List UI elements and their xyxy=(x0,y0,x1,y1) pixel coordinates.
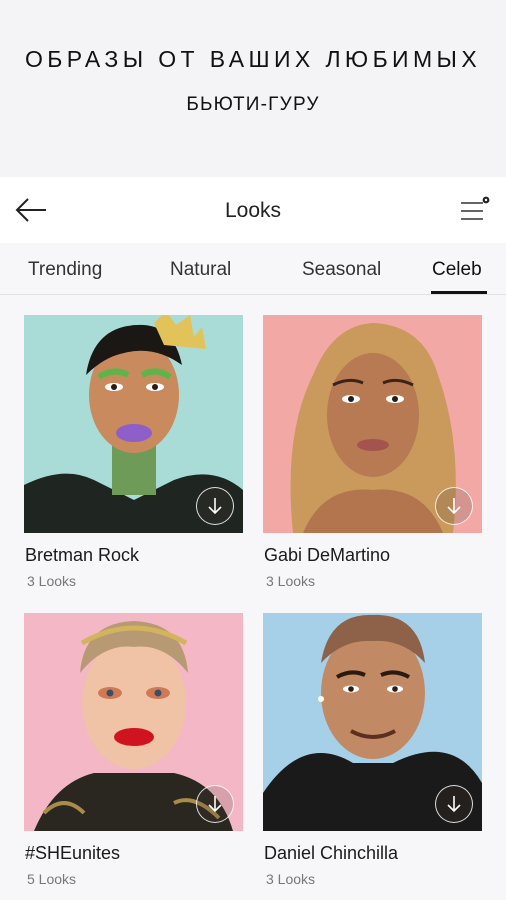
card-name: Bretman Rock xyxy=(25,545,140,565)
card-look-count: 3 Looks xyxy=(27,573,77,589)
app-screen: Looks Trending Natural Seasonal Celeb Br… xyxy=(0,177,506,900)
celebrity-photo xyxy=(263,315,482,533)
page-title: Looks xyxy=(224,199,282,222)
card-name: Gabi DeMartino xyxy=(264,545,391,565)
download-icon xyxy=(447,796,461,813)
filter-menu-icon xyxy=(461,196,490,220)
download-button[interactable] xyxy=(435,785,473,823)
active-tab-indicator xyxy=(431,291,487,294)
card-look-count: 3 Looks xyxy=(266,573,316,589)
filter-menu-button[interactable] xyxy=(456,193,492,229)
card-name: Daniel Chinchilla xyxy=(264,843,399,863)
download-icon xyxy=(208,796,222,813)
promo-banner: ОБРАЗЫ ОТ ВАШИХ ЛЮБИМЫХ БЬЮТИ-ГУРУ xyxy=(0,0,506,177)
download-icon xyxy=(208,498,222,515)
card-look-count: 5 Looks xyxy=(27,871,77,887)
celebrity-photo xyxy=(263,613,482,831)
nav-bar: Looks xyxy=(0,177,506,243)
celebrity-photo xyxy=(24,315,243,533)
tab-celeb[interactable]: Celeb xyxy=(432,259,482,281)
card-name: #SHEunites xyxy=(25,843,121,863)
category-tabs: Trending Natural Seasonal Celeb xyxy=(0,243,506,295)
promo-title: ОБРАЗЫ ОТ ВАШИХ ЛЮБИМЫХ xyxy=(24,46,482,72)
card-look-count: 3 Looks xyxy=(266,871,316,887)
download-button[interactable] xyxy=(196,487,234,525)
download-button[interactable] xyxy=(196,785,234,823)
download-button[interactable] xyxy=(435,487,473,525)
promo-subtitle: БЬЮТИ-ГУРУ xyxy=(186,94,320,115)
tab-trending[interactable]: Trending xyxy=(28,259,102,281)
tab-seasonal[interactable]: Seasonal xyxy=(302,259,381,281)
tab-natural[interactable]: Natural xyxy=(170,259,231,281)
celebrity-photo xyxy=(24,613,243,831)
download-icon xyxy=(447,498,461,515)
